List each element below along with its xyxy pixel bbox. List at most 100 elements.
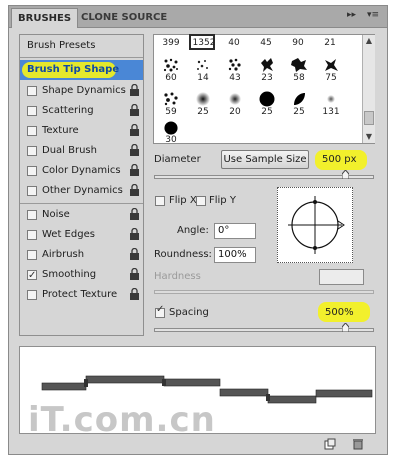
lock-icon[interactable] (129, 268, 140, 281)
sidebar-item-label: Wet Edges (42, 229, 95, 240)
spacing-value[interactable]: 500% (325, 307, 354, 318)
watermark-text: iT.com.cn (28, 400, 216, 440)
new-brush-icon[interactable] (324, 438, 336, 450)
angle-input[interactable]: 0° (214, 223, 256, 239)
sidebar-item-label: Protect Texture (42, 289, 118, 300)
slider-knob-icon[interactable] (342, 323, 349, 332)
flip-x-checkbox[interactable] (155, 196, 165, 206)
checkbox[interactable] (27, 250, 37, 260)
brush-tip-cell-selected[interactable]: 1352 (189, 34, 215, 50)
brush-size-label: 399 (162, 38, 180, 48)
lock-icon[interactable] (129, 104, 140, 117)
lock-icon[interactable] (129, 84, 140, 97)
brush-tip-cell[interactable]: 399 (158, 34, 184, 48)
checkbox[interactable] (27, 266, 37, 286)
flip-y-checkbox[interactable] (196, 196, 206, 206)
brush-size-label: 30 (165, 135, 177, 145)
brush-size-label: 25 (293, 107, 305, 117)
tab-clone-source[interactable]: CLONE SOURCE (75, 8, 173, 28)
lock-icon[interactable] (129, 184, 140, 197)
diameter-value[interactable]: 500 px (322, 154, 357, 165)
brush-tip-cell[interactable]: 43 (222, 51, 248, 83)
brush-tip-cell[interactable]: 90 (285, 34, 311, 48)
leaf-brush-icon (294, 93, 305, 105)
splatter-brush-icon (291, 58, 307, 72)
use-sample-size-button[interactable]: Use Sample Size (221, 150, 309, 169)
sidebar-item-airbrush[interactable]: Airbrush (20, 245, 143, 265)
brush-tip-cell[interactable]: 25 (254, 85, 280, 117)
brush-size-label: 131 (322, 107, 340, 117)
brush-tip-cell[interactable]: 20 (222, 85, 248, 117)
spacing-checkbox[interactable] (155, 304, 165, 318)
sidebar-item-dual-brush[interactable]: Dual Brush (20, 141, 143, 161)
sidebar-item-scattering[interactable]: Scattering (20, 101, 143, 121)
hard-round-brush-icon (259, 91, 275, 107)
lock-icon[interactable] (129, 288, 140, 301)
brush-tip-cell[interactable]: 60 (158, 51, 184, 83)
soft-round-brush-icon (229, 93, 241, 105)
sidebar-item-noise[interactable]: Noise (20, 205, 143, 225)
checkbox[interactable] (27, 166, 37, 176)
tab-bar: BRUSHES CLONE SOURCE ▸▸ ▾≡ (9, 6, 387, 28)
panel-menu-icon[interactable]: ▾≡ (367, 10, 379, 20)
checkbox[interactable] (27, 290, 37, 300)
brush-tip-cell[interactable]: 131 (318, 85, 344, 117)
brush-tip-cell[interactable]: 30 (158, 119, 184, 145)
checkbox[interactable] (27, 230, 37, 240)
brush-size-label: 40 (228, 38, 240, 48)
sidebar-item-texture[interactable]: Texture (20, 121, 143, 141)
checkbox[interactable] (27, 106, 37, 116)
scroll-thumb[interactable] (364, 111, 374, 125)
sidebar-item-shape-dynamics[interactable]: Shape Dynamics (20, 81, 143, 101)
angle-crosshair-icon[interactable] (278, 188, 352, 262)
sidebar-item-brush-presets[interactable]: Brush Presets (20, 36, 143, 56)
spacing-label: Spacing (169, 307, 209, 318)
lock-icon[interactable] (129, 248, 140, 261)
sidebar-item-brush-tip-shape[interactable]: Brush Tip Shape (20, 60, 143, 80)
splatter-brush-icon (325, 59, 338, 71)
slider-knob-icon[interactable] (342, 170, 349, 179)
spacing-slider[interactable] (154, 328, 374, 332)
brush-tip-cell[interactable]: 45 (253, 34, 279, 48)
sidebar-item-protect-texture[interactable]: Protect Texture (20, 285, 143, 305)
collapse-panel-icon[interactable]: ▸▸ (347, 10, 356, 20)
soft-round-brush-icon (196, 92, 210, 106)
sidebar-item-other-dynamics[interactable]: Other Dynamics (20, 181, 143, 201)
lock-icon[interactable] (129, 208, 140, 221)
checkbox[interactable] (27, 126, 37, 136)
brush-tip-cell[interactable]: 59 (158, 85, 184, 117)
tab-brushes[interactable]: BRUSHES (11, 8, 79, 28)
checkbox[interactable] (27, 210, 37, 220)
sidebar-item-smoothing[interactable]: Smoothing (20, 265, 143, 286)
sidebar-item-wet-edges[interactable]: Wet Edges (20, 225, 143, 245)
hard-round-brush-icon (164, 121, 178, 135)
brush-tip-cell[interactable]: 25 (190, 85, 216, 117)
brush-size-label: 21 (324, 38, 336, 48)
roundness-input[interactable]: 100% (214, 247, 256, 263)
scroll-up-icon[interactable]: ▲ (364, 36, 374, 46)
lock-icon[interactable] (129, 164, 140, 177)
trash-icon[interactable] (352, 438, 364, 450)
flip-x-label: Flip X (169, 195, 197, 206)
checkbox[interactable] (27, 186, 37, 196)
brush-tip-cell[interactable]: 14 (190, 51, 216, 83)
brush-tip-cell[interactable]: 25 (286, 85, 312, 117)
angle-roundness-widget[interactable] (277, 187, 353, 263)
brush-tip-cell[interactable]: 40 (221, 34, 247, 48)
scatter-brush-icon (197, 60, 208, 70)
brush-tip-cell[interactable]: 58 (286, 51, 312, 83)
checkbox[interactable] (27, 146, 37, 156)
brush-tip-cell[interactable]: 75 (318, 51, 344, 83)
lock-icon[interactable] (129, 124, 140, 137)
diameter-slider[interactable] (154, 175, 374, 179)
scroll-down-icon[interactable]: ▼ (364, 132, 374, 142)
textured-brush-icon (163, 58, 178, 72)
lock-icon[interactable] (129, 144, 140, 157)
sidebar-item-color-dynamics[interactable]: Color Dynamics (20, 161, 143, 181)
brush-tip-cell[interactable]: 23 (254, 51, 280, 83)
diameter-label: Diameter (154, 154, 201, 165)
brush-grid-scrollbar[interactable]: ▲ ▼ (362, 35, 375, 143)
brush-tip-cell[interactable]: 21 (317, 34, 343, 48)
checkbox[interactable] (27, 86, 37, 96)
lock-icon[interactable] (129, 228, 140, 241)
